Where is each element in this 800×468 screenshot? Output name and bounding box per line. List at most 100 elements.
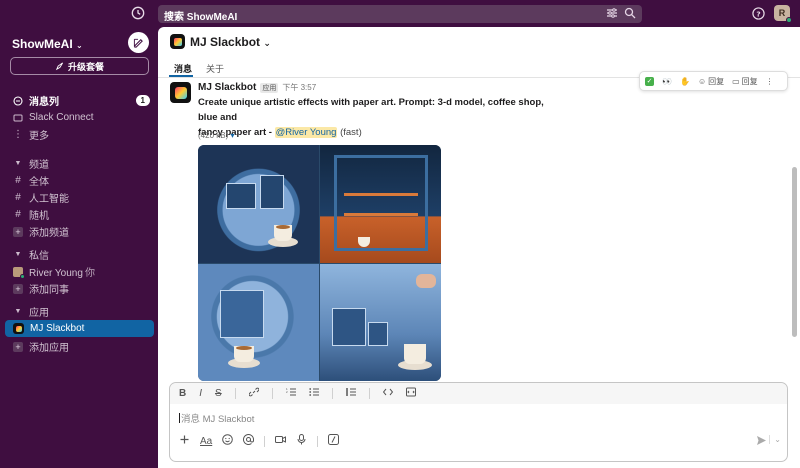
coffee-cup [404, 343, 426, 364]
coffee [276, 225, 290, 229]
input-placeholder: 消息 MJ Slackbot [181, 414, 255, 425]
channels-section-header[interactable]: ▼ 频道 [5, 155, 154, 172]
strikethrough-button[interactable]: S [215, 388, 222, 399]
add-colleague-button[interactable]: + 添加同事 [5, 280, 154, 297]
eyes-emoji-icon[interactable]: 👀 [662, 77, 672, 86]
check-emoji-icon[interactable]: ✓ [645, 76, 654, 86]
plus-icon: + [13, 283, 23, 294]
avatar-letter: R [778, 8, 786, 18]
plus-icon: + [13, 341, 23, 352]
apps-section-header[interactable]: ▼ 应用 [5, 303, 154, 320]
hash-icon: # [15, 192, 21, 203]
add-app-button[interactable]: + 添加应用 [5, 338, 154, 355]
avatar [13, 266, 25, 279]
more-actions-icon[interactable]: ⋮ [766, 77, 774, 86]
main-panel: MJ Slackbot ⌄ 消息 关于 ✓ 👀 ✋ ☺ 回复 ▭ 回复 ⋮ MJ S… [158, 27, 800, 468]
message-author[interactable]: MJ Slackbot [198, 82, 256, 93]
user-mention[interactable]: @River Young [274, 127, 338, 138]
generated-image-grid[interactable] [198, 145, 441, 381]
sidebar-channel-random[interactable]: # 随机 [5, 206, 154, 223]
text-format-button[interactable]: Aa [200, 436, 212, 447]
message-timestamp[interactable]: 下午 3:57 [282, 82, 316, 93]
online-status-dot [20, 273, 25, 279]
hash-icon: # [15, 175, 21, 186]
dm-section-header[interactable]: ▼ 私信 [5, 246, 154, 263]
sidebar-channel-ai[interactable]: # 人工智能 [5, 189, 154, 206]
send-icon[interactable] [756, 435, 767, 449]
blockquote-icon[interactable] [345, 387, 356, 400]
threads-label: 消息列 [29, 97, 59, 108]
add-channel-button[interactable]: + 添加频道 [5, 223, 154, 240]
sidebar-channel-all[interactable]: # 全体 [5, 172, 154, 189]
message-input[interactable]: 消息 MJ Slackbot [179, 411, 769, 425]
clap-emoji-icon[interactable]: ✋ [680, 77, 690, 86]
emoji-icon[interactable] [222, 434, 234, 448]
image-quadrant-4 [320, 263, 441, 381]
dm-header-label: 私信 [29, 251, 49, 262]
bullet-list-icon[interactable] [308, 387, 319, 400]
link-icon[interactable] [248, 387, 260, 400]
shortcuts-icon[interactable] [328, 434, 340, 448]
reply-label-2: 回复 [741, 76, 758, 86]
shelf [344, 193, 418, 196]
workspace-name[interactable]: ShowMeAI ⌄ [12, 37, 83, 51]
channel-title[interactable]: MJ Slackbot ⌄ [190, 35, 271, 49]
message-suffix: (fast) [337, 127, 362, 138]
channel-label: 人工智能 [29, 194, 69, 205]
mention-icon[interactable] [243, 434, 255, 448]
help-icon[interactable]: ? [752, 7, 765, 20]
tab-about[interactable]: 关于 [206, 62, 224, 75]
message-action-toolbar: ✓ 👀 ✋ ☺ 回复 ▭ 回复 ⋮ [639, 71, 788, 91]
sidebar-dm-river-young[interactable]: River Young 你 [5, 263, 154, 280]
channel-label: 全体 [29, 177, 49, 188]
code-block-icon[interactable] [405, 387, 416, 400]
app-item-label: MJ Slackbot [30, 323, 85, 334]
upgrade-plan-button[interactable]: 升级套餐 [10, 57, 149, 75]
caret-down-icon: ▾ [230, 131, 235, 140]
attachment-size[interactable]: (420 kB) ▾ [198, 131, 234, 140]
reply-button[interactable]: ▭ 回复 [732, 76, 758, 87]
bold-button[interactable]: B [179, 388, 186, 399]
plus-icon[interactable] [179, 434, 190, 448]
caret-down-icon: ▼ [14, 160, 22, 167]
divider [317, 435, 319, 447]
paper-house [332, 307, 366, 346]
app-badge: 应用 [260, 82, 279, 93]
hash-icon: # [15, 209, 21, 220]
message-header: MJ Slackbot 应用 下午 3:57 [198, 82, 316, 93]
sidebar: ShowMeAI ⌄ 升级套餐 消息列 1 Slack Connect ⋮ 更多… [0, 27, 158, 468]
compose-button[interactable] [128, 32, 149, 53]
divider [368, 388, 370, 399]
svg-text:2: 2 [286, 390, 288, 394]
filter-icon[interactable] [606, 7, 618, 22]
video-icon[interactable] [275, 434, 287, 448]
sidebar-item-slack-connect[interactable]: Slack Connect [5, 109, 154, 126]
message-composer: B I S 12 消息 MJ Slackbot Aa ⌄ [169, 382, 788, 462]
image-quadrant-2 [320, 145, 441, 263]
history-clock-icon[interactable] [131, 6, 145, 20]
tab-messages[interactable]: 消息 [174, 62, 192, 75]
sidebar-item-threads[interactable]: 消息列 1 [5, 92, 154, 109]
search-text: 搜索 ShowMeAI [164, 12, 238, 23]
code-icon[interactable] [382, 387, 393, 400]
message-scrollbar[interactable] [792, 167, 797, 337]
ordered-list-icon[interactable]: 12 [286, 387, 296, 400]
chevron-down-icon: ⌄ [263, 38, 271, 48]
message-author-avatar[interactable] [170, 82, 191, 103]
search-icon[interactable] [624, 7, 636, 22]
more-vertical-icon: ⋮ [13, 129, 23, 140]
slack-connect-icon [13, 113, 23, 123]
send-options-chevron-icon[interactable]: ⌄ [769, 435, 781, 444]
user-avatar[interactable]: R [774, 5, 792, 23]
sidebar-item-more[interactable]: ⋮ 更多 [5, 126, 154, 143]
sidebar-app-mj-slackbot[interactable]: MJ Slackbot [5, 320, 154, 337]
unread-badge: 1 [135, 95, 150, 106]
channel-header: MJ Slackbot ⌄ [158, 27, 800, 58]
microphone-icon[interactable] [296, 434, 307, 448]
add-colleague-label: 添加同事 [29, 285, 69, 296]
italic-button[interactable]: I [199, 388, 202, 399]
reply-in-thread-button[interactable]: ☺ 回复 [698, 76, 724, 87]
chevron-down-icon: ⌄ [76, 41, 83, 50]
composer-actions: Aa [179, 434, 340, 448]
search-bar[interactable]: 搜索 ShowMeAI [158, 5, 642, 23]
